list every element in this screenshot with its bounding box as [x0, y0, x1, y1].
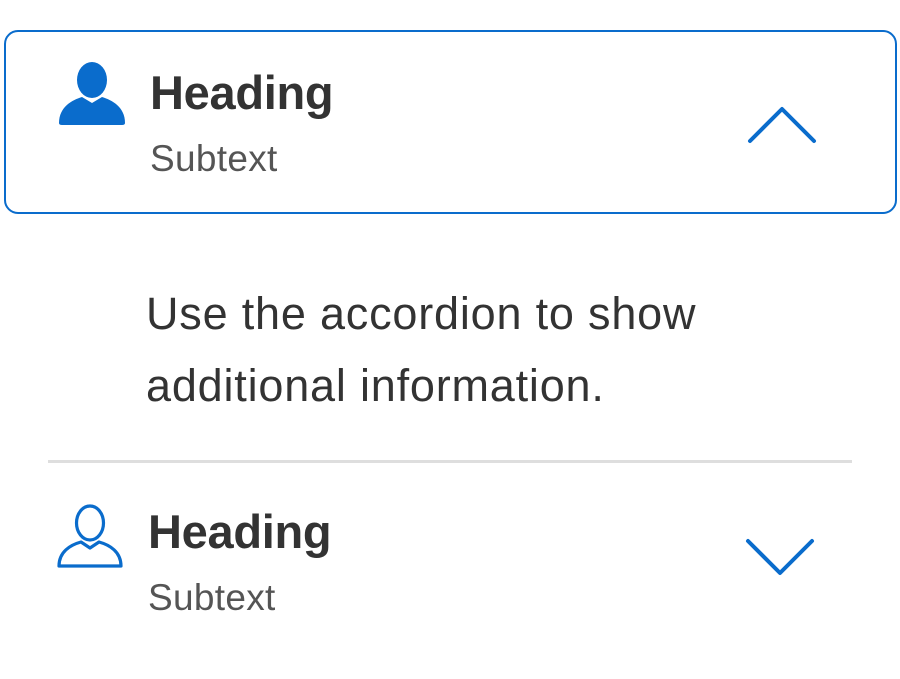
accordion-item-1-heading: Heading	[150, 66, 334, 119]
accordion-item-1-subtext: Subtext	[150, 138, 278, 179]
accordion: Heading Subtext Use the accordion to sho…	[0, 0, 900, 679]
person-outline-icon	[57, 504, 123, 568]
divider	[48, 460, 852, 463]
accordion-item-2-header[interactable]: Heading Subtext	[4, 470, 897, 640]
chevron-up-icon[interactable]	[746, 105, 818, 145]
person-filled-icon	[59, 62, 125, 125]
accordion-item-1-header[interactable]: Heading Subtext	[4, 30, 897, 214]
accordion-item-1-content: Use the accordion to show additional inf…	[146, 288, 697, 411]
accordion-item-2-heading: Heading	[148, 505, 332, 558]
chevron-down-icon[interactable]	[744, 537, 816, 577]
accordion-item-2-subtext: Subtext	[148, 577, 276, 618]
